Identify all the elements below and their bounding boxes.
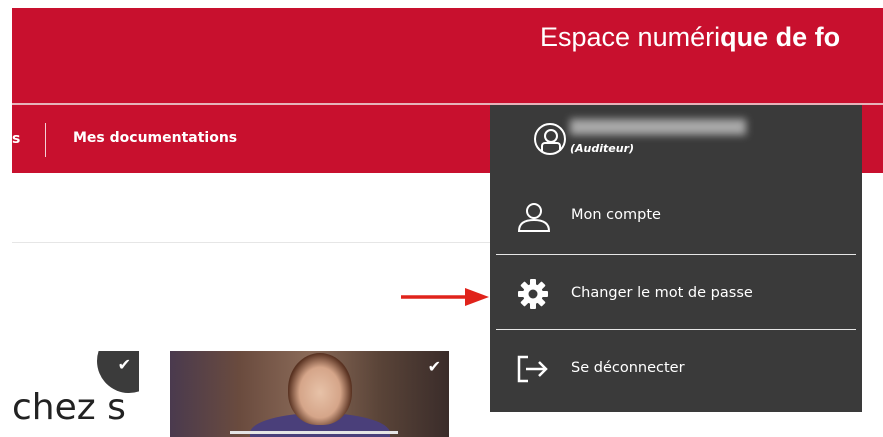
user-name-redacted: [570, 119, 746, 135]
menu-divider: [496, 329, 856, 330]
progress-bar: [230, 431, 398, 434]
site-title: Espace numérique de fo: [540, 22, 841, 52]
menu-divider: [496, 254, 856, 255]
nav-divider: [45, 123, 46, 157]
user-role: (Auditeur): [570, 142, 635, 155]
site-header: Espace numérique de fo: [12, 8, 883, 103]
thumbnail-person: [288, 353, 352, 425]
check-icon: ✔: [427, 357, 441, 376]
check-icon: ✔: [117, 355, 131, 374]
logout-icon: [517, 355, 548, 383]
content-divider: [12, 242, 490, 243]
course-card-video[interactable]: ✔: [170, 351, 449, 437]
user-summary: (Auditeur): [490, 105, 862, 180]
card-title: chez s: [12, 387, 126, 428]
menu-item-mon-compte[interactable]: Mon compte: [490, 187, 862, 247]
menu-item-label: Se déconnecter: [571, 360, 685, 376]
menu-item-label: Changer le mot de passe: [571, 285, 753, 301]
menu-item-se-deconnecter[interactable]: Se déconnecter: [490, 340, 862, 400]
user-circle-icon: [534, 123, 566, 155]
menu-item-label: Mon compte: [571, 207, 661, 223]
nav-item-mes-documentations[interactable]: Mes documentations: [73, 130, 237, 146]
user-dropdown-menu: (Auditeur) Mon compte Changer le mot de …: [490, 105, 862, 412]
gear-icon: [518, 279, 548, 309]
user-icon: [517, 203, 551, 232]
course-card[interactable]: ✔ chez s: [12, 351, 139, 437]
nav-item-previous[interactable]: s: [12, 131, 20, 147]
menu-item-changer-mot-de-passe[interactable]: Changer le mot de passe: [490, 263, 862, 323]
annotation-arrow-icon: [401, 288, 489, 306]
